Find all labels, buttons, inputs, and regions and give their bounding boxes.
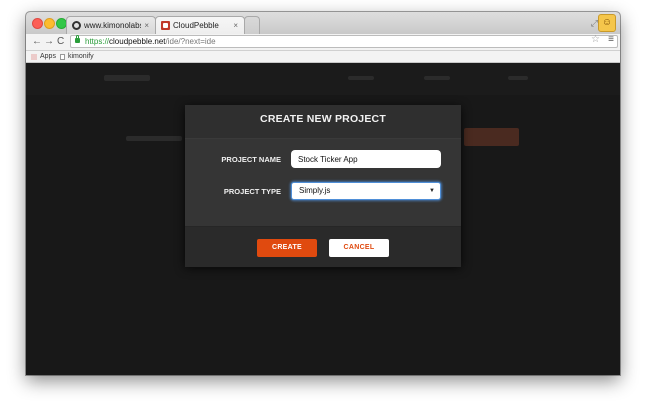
project-type-value: Simply.js: [299, 186, 331, 195]
dialog-body: PROJECT NAME PROJECT TYPE Simply.js ▼: [185, 139, 461, 226]
dimmed-heading: [126, 136, 182, 141]
chevron-down-icon: ▼: [429, 188, 435, 194]
dimmed-site-header: [26, 63, 620, 95]
dialog-header: CREATE NEW PROJECT: [185, 105, 461, 139]
url-host: cloudpebble.net: [109, 37, 166, 46]
dimmed-nav-item: [508, 76, 528, 80]
bookmark-apps[interactable]: Apps: [31, 52, 56, 61]
menu-icon[interactable]: ≡: [608, 34, 614, 45]
project-name-label: PROJECT NAME: [221, 155, 281, 164]
dimmed-action-button: [464, 128, 519, 146]
minimize-window-button[interactable]: [44, 18, 55, 29]
browser-toolbar: ← → C https://cloudpebble.net/ide/?next=…: [26, 34, 620, 51]
browser-window: www.kimonolabs.com/ap × CloudPebble × ⤢ …: [26, 12, 620, 375]
close-tab-icon[interactable]: ×: [144, 21, 149, 30]
project-type-select[interactable]: Simply.js ▼: [291, 182, 441, 200]
close-tab-icon[interactable]: ×: [233, 21, 238, 30]
bookmark-star-icon[interactable]: ☆: [591, 34, 600, 45]
dialog-title: CREATE NEW PROJECT: [260, 113, 386, 125]
dialog-footer: CREATE CANCEL: [185, 226, 461, 267]
project-name-input[interactable]: [291, 150, 441, 168]
address-bar[interactable]: https://cloudpebble.net/ide/?next=ide: [70, 35, 618, 48]
project-type-label: PROJECT TYPE: [223, 187, 281, 196]
tab-title: CloudPebble: [173, 21, 219, 30]
tab-strip: www.kimonolabs.com/ap × CloudPebble × ⤢ …: [26, 12, 620, 35]
lock-icon: [75, 35, 80, 43]
url-path: /ide/?next=ide: [165, 37, 216, 46]
bookmark-label: kimonify: [68, 53, 94, 60]
close-window-button[interactable]: [32, 18, 43, 29]
fullscreen-icon[interactable]: ⤢: [591, 18, 598, 29]
create-project-dialog: CREATE NEW PROJECT PROJECT NAME PROJECT …: [185, 105, 461, 267]
bookmark-label: Apps: [40, 53, 56, 60]
tab-kimonolabs[interactable]: www.kimonolabs.com/ap ×: [66, 16, 156, 34]
back-arrow-icon[interactable]: ←: [32, 35, 42, 49]
dimmed-nav-item: [424, 76, 450, 80]
new-tab-button[interactable]: [244, 16, 260, 34]
tab-title: www.kimonolabs.com/ap: [84, 21, 141, 30]
cloudpebble-icon: [161, 21, 170, 30]
create-button[interactable]: CREATE: [257, 239, 317, 257]
dimmed-nav-item: [348, 76, 374, 80]
page-icon: [60, 53, 65, 60]
bookmarks-bar: Apps kimonify: [26, 51, 620, 63]
apps-grid-icon: [31, 53, 37, 60]
cancel-button[interactable]: CANCEL: [329, 239, 389, 257]
tab-cloudpebble[interactable]: CloudPebble ×: [155, 16, 245, 34]
kimono-icon: [72, 21, 81, 30]
reload-icon[interactable]: C: [57, 35, 64, 49]
page-backdrop: CREATE NEW PROJECT PROJECT NAME PROJECT …: [26, 63, 620, 375]
url-scheme: https://: [85, 37, 110, 46]
bookmark-kimonify[interactable]: kimonify: [60, 52, 94, 61]
dimmed-logo: [104, 75, 150, 81]
forward-arrow-icon[interactable]: →: [44, 35, 54, 49]
user-profile-icon[interactable]: ☺: [598, 14, 616, 32]
